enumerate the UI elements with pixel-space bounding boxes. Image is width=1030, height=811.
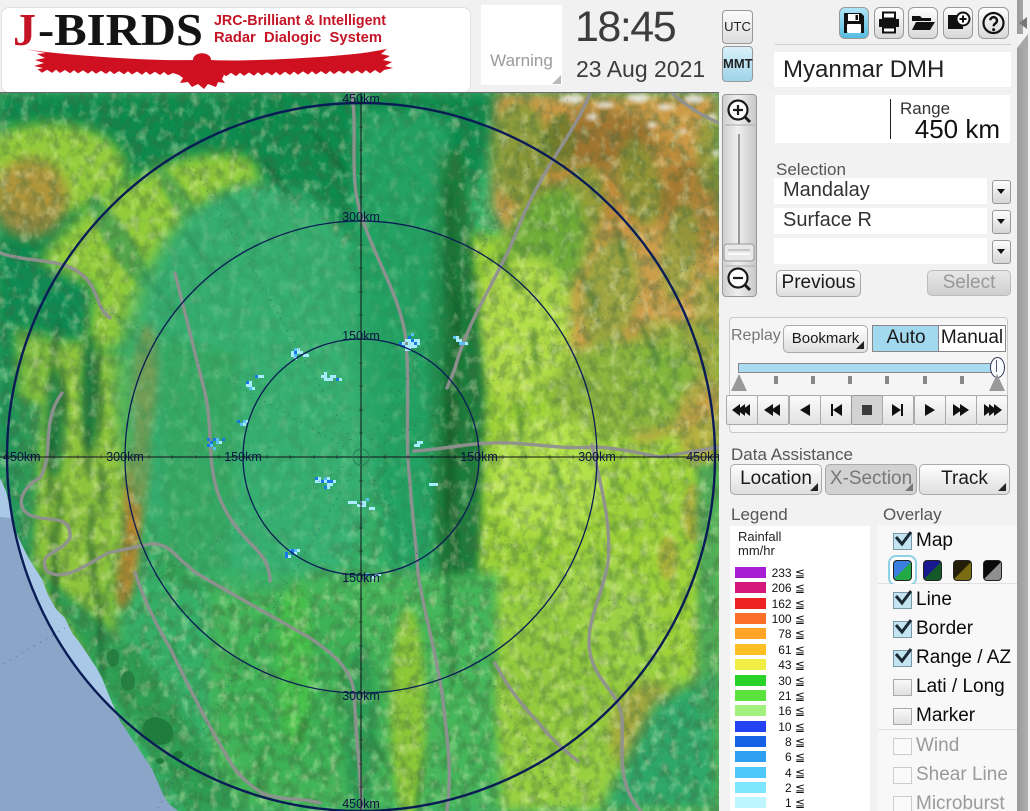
svg-text:450km: 450km — [342, 93, 380, 106]
svg-text:450km: 450km — [686, 450, 722, 464]
svg-text:J: J — [13, 8, 36, 55]
svg-text:-BIRDS: -BIRDS — [38, 8, 203, 55]
svg-text:450km: 450km — [342, 797, 380, 811]
svg-text:Radar Dialogic System: Radar Dialogic System — [214, 29, 382, 46]
svg-text:150km: 150km — [342, 329, 380, 343]
svg-text:300km: 300km — [342, 210, 380, 224]
svg-text:300km: 300km — [342, 689, 380, 703]
svg-text:450km: 450km — [3, 450, 41, 464]
svg-text:150km: 150km — [460, 450, 498, 464]
svg-text:300km: 300km — [106, 450, 144, 464]
svg-text:300km: 300km — [578, 450, 616, 464]
svg-text:150km: 150km — [224, 450, 262, 464]
svg-text:150km: 150km — [342, 571, 380, 585]
svg-text:JRC-Brilliant & Intelligent: JRC-Brilliant & Intelligent — [214, 12, 386, 29]
